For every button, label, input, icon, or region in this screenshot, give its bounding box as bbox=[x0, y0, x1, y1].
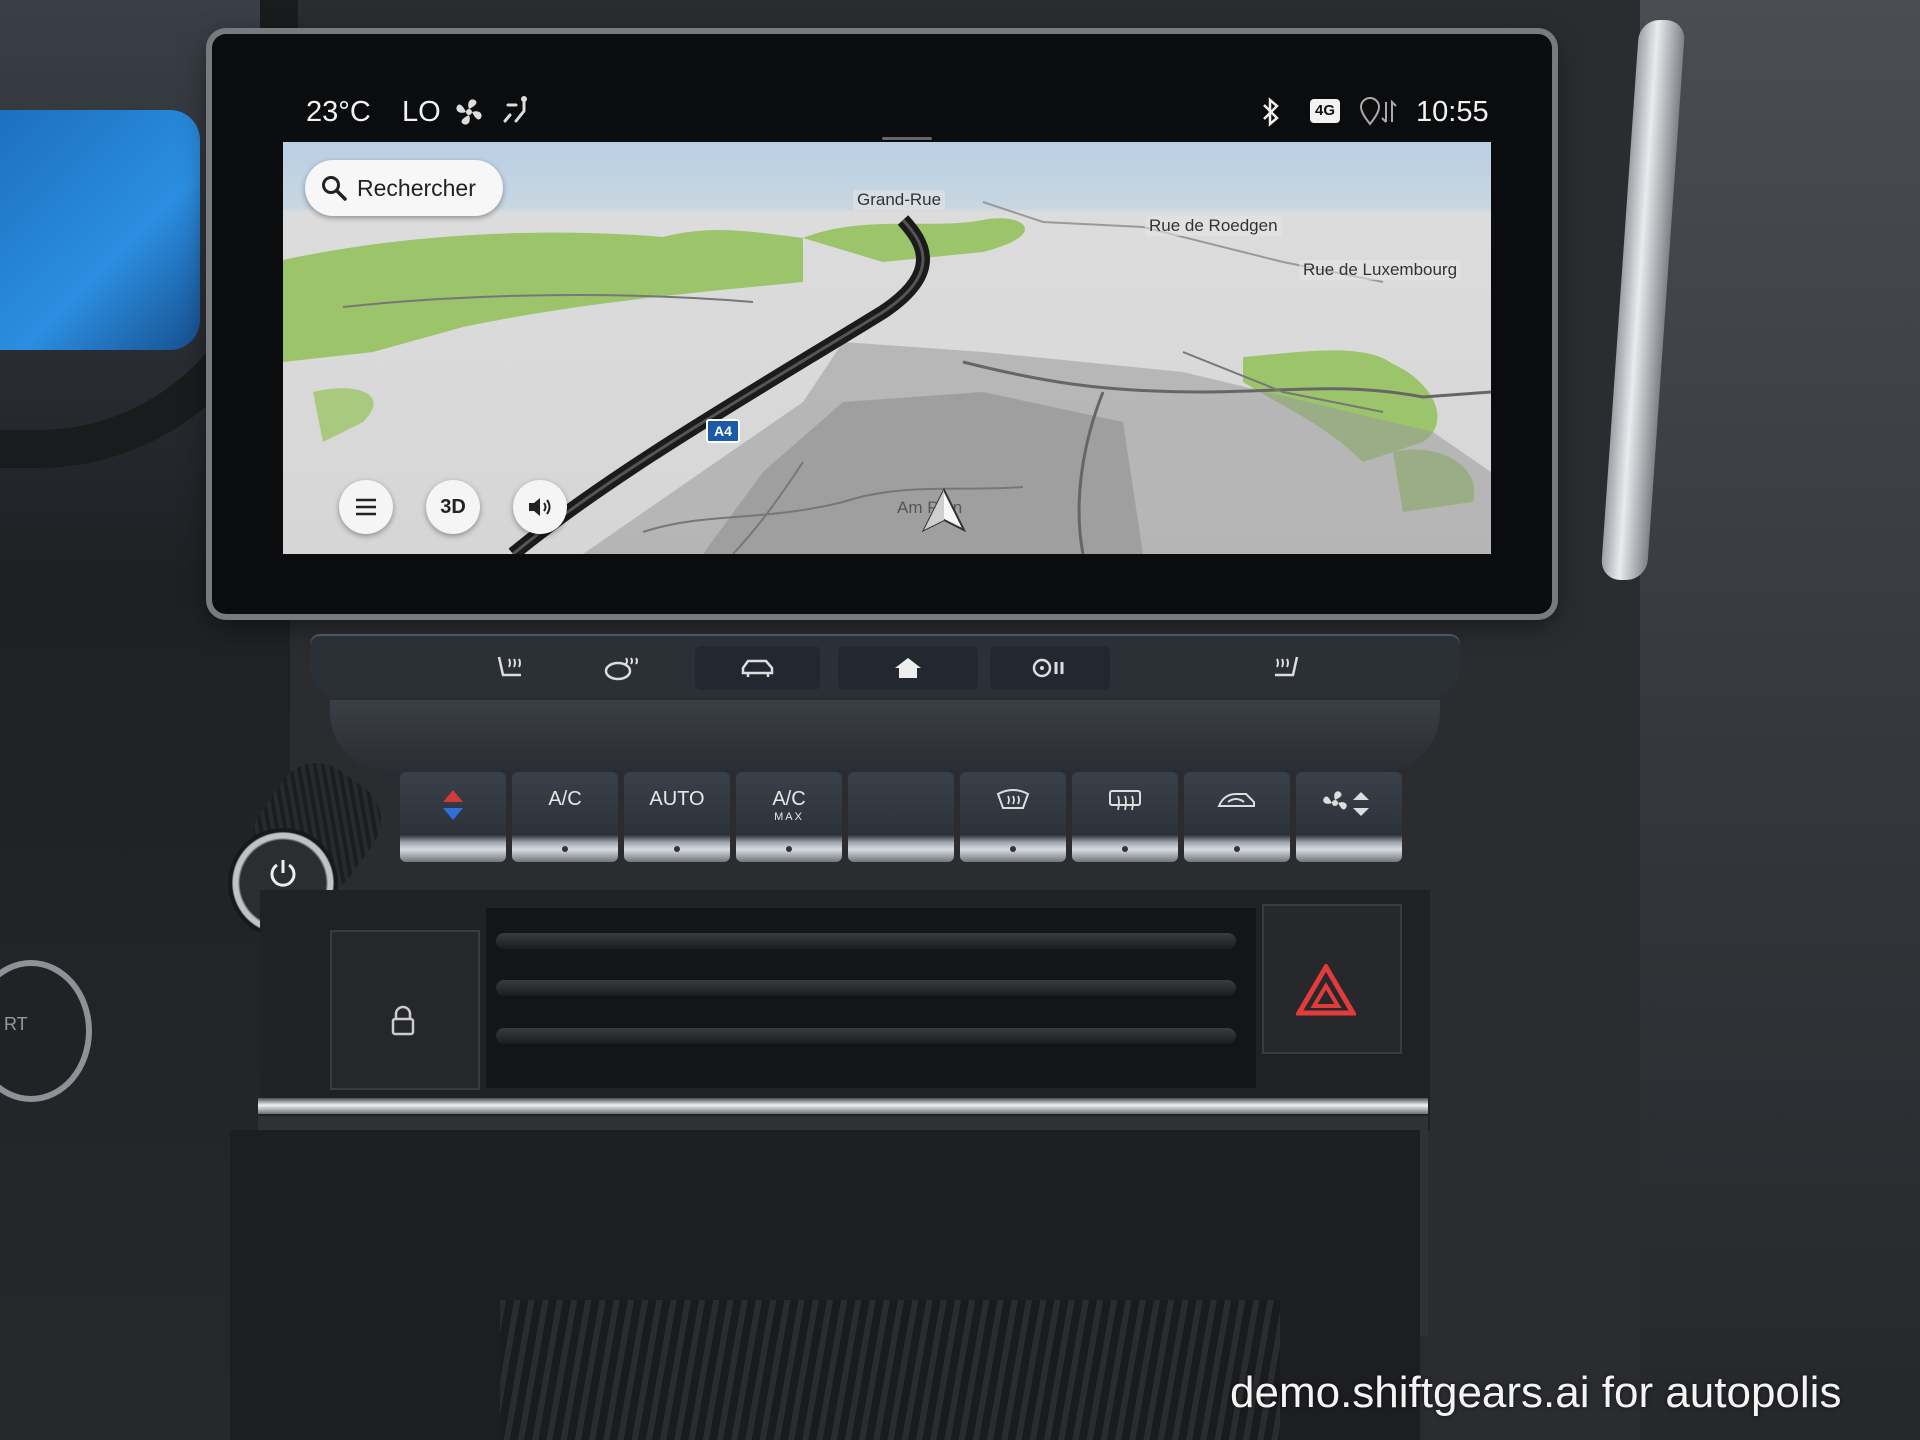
road-label-luxembourg: Rue de Luxembourg bbox=[1299, 260, 1462, 280]
auto-label: AUTO bbox=[649, 788, 705, 810]
air-recirculation-icon bbox=[1217, 793, 1255, 807]
view-3d-button[interactable]: 3D bbox=[426, 480, 480, 534]
rear-defrost-button[interactable] bbox=[1072, 772, 1178, 862]
ac-max-sublabel: MAX bbox=[774, 811, 804, 823]
seat-heat-left-button[interactable] bbox=[490, 646, 534, 690]
cabin-temperature[interactable]: 23°C bbox=[306, 90, 371, 134]
volume-icon bbox=[529, 498, 551, 516]
fan-speed-icon bbox=[1323, 791, 1369, 816]
home-button[interactable] bbox=[838, 646, 978, 690]
fan-speed-button[interactable] bbox=[1296, 772, 1402, 862]
network-badge: 4G bbox=[1310, 99, 1341, 123]
airflow-direction-icon[interactable] bbox=[502, 95, 536, 129]
ac-label: A/C bbox=[548, 788, 582, 810]
seat-heat-right-button[interactable] bbox=[1262, 646, 1306, 690]
front-defrost-indicator bbox=[1010, 846, 1016, 852]
temperature-up-down-icon bbox=[443, 790, 463, 820]
rear-defrost-icon bbox=[1109, 790, 1141, 811]
steering-heat-icon bbox=[604, 657, 638, 681]
chrome-trim-line bbox=[258, 1098, 1428, 1114]
location-sync-icon bbox=[1359, 97, 1397, 126]
search-icon bbox=[322, 176, 347, 201]
status-bar: 23°C LO 4G 10:55 bbox=[290, 90, 1490, 140]
lock-icon bbox=[391, 1005, 415, 1036]
recirculation-button[interactable] bbox=[1184, 772, 1290, 862]
highway-shield: A4 bbox=[706, 419, 740, 443]
navigation-arrow-icon bbox=[921, 488, 967, 533]
ac-button[interactable]: A/C bbox=[512, 772, 618, 862]
search-button[interactable]: Rechercher bbox=[305, 160, 503, 216]
dashboard-right bbox=[1640, 0, 1920, 1440]
start-text: RT bbox=[4, 1014, 28, 1034]
power-icon bbox=[270, 860, 296, 887]
clock: 10:55 bbox=[1416, 96, 1489, 128]
home-icon bbox=[895, 658, 921, 678]
hazard-icon bbox=[1296, 964, 1356, 1016]
watermark: demo.shiftgears.ai for autopolis bbox=[1230, 1368, 1842, 1417]
auto-indicator bbox=[674, 846, 680, 852]
trim-plate bbox=[330, 700, 1440, 772]
rear-defrost-indicator bbox=[1122, 846, 1128, 852]
ac-max-label: A/C bbox=[772, 788, 806, 810]
climate-settings-icon bbox=[1032, 658, 1064, 678]
front-defrost-icon bbox=[996, 789, 1030, 809]
climate-settings-button[interactable] bbox=[990, 646, 1110, 690]
fan-icon[interactable] bbox=[452, 95, 486, 129]
ac-indicator bbox=[562, 846, 568, 852]
road-label-grand-rue: Grand-Rue bbox=[853, 190, 946, 210]
air-vent[interactable] bbox=[486, 908, 1256, 1088]
temperature-button[interactable] bbox=[400, 772, 506, 862]
vent-vane bbox=[496, 933, 1236, 949]
recirculation-indicator bbox=[1234, 846, 1240, 852]
blank-button[interactable] bbox=[848, 772, 954, 862]
seat-heat-right-icon bbox=[1275, 656, 1299, 677]
floor-mat bbox=[500, 1300, 1280, 1440]
climate-control-row: A/C AUTO A/C MAX bbox=[400, 772, 1405, 868]
menu-icon bbox=[356, 498, 376, 516]
ac-max-button[interactable]: A/C MAX bbox=[736, 772, 842, 862]
road-label-roedgen: Rue de Roedgen bbox=[1145, 216, 1282, 236]
bluetooth-icon bbox=[1263, 97, 1279, 127]
search-label: Rechercher bbox=[357, 174, 476, 201]
auto-button[interactable]: AUTO bbox=[624, 772, 730, 862]
vent-vane bbox=[496, 980, 1236, 996]
seat-heat-left-icon bbox=[497, 656, 521, 677]
map-menu-button[interactable] bbox=[339, 480, 393, 534]
pull-down-handle[interactable] bbox=[882, 137, 932, 140]
steering-heat-button[interactable] bbox=[600, 646, 644, 690]
ac-max-indicator bbox=[786, 846, 792, 852]
front-defrost-button[interactable] bbox=[960, 772, 1066, 862]
vent-vane bbox=[496, 1028, 1236, 1044]
volume-button[interactable] bbox=[513, 480, 567, 534]
fan-level[interactable]: LO bbox=[402, 90, 441, 134]
vehicle-settings-button[interactable] bbox=[695, 646, 820, 690]
car-icon bbox=[741, 659, 773, 677]
